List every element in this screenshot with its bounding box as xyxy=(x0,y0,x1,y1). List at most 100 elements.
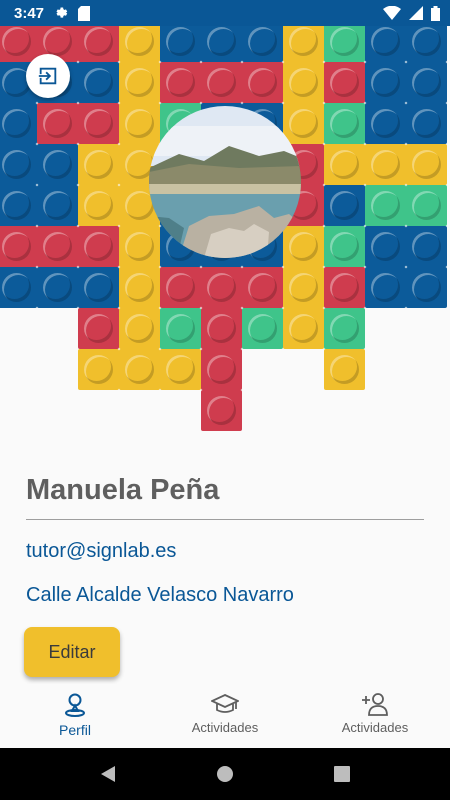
lego-stud xyxy=(371,191,400,220)
bottom-navigation: Perfil Actividades Actividades xyxy=(0,684,450,748)
lego-stud xyxy=(248,314,277,343)
lego-stud xyxy=(330,109,359,138)
back-icon[interactable] xyxy=(100,765,116,783)
lego-brick xyxy=(406,226,447,267)
lego-stud xyxy=(84,273,113,302)
lego-brick xyxy=(37,103,78,144)
lego-brick xyxy=(365,226,406,267)
lego-brick xyxy=(119,349,160,390)
graduation-cap-icon xyxy=(211,694,239,713)
lego-brick xyxy=(406,62,447,103)
lego-brick xyxy=(78,226,119,267)
lego-stud xyxy=(330,232,359,261)
lego-brick xyxy=(119,21,160,62)
lego-brick xyxy=(119,267,160,308)
user-address: Calle Alcalde Velasco Navarro xyxy=(26,584,294,606)
lego-stud xyxy=(371,27,400,56)
lego-brick xyxy=(160,349,201,390)
lego-stud xyxy=(2,273,31,302)
lego-stud xyxy=(330,68,359,97)
edit-button[interactable]: Editar xyxy=(24,627,120,677)
lego-stud xyxy=(289,232,318,261)
profile-screen: 3:47 Manuela Peña tutor@signlab.es Calle… xyxy=(0,0,450,800)
profile-avatar[interactable] xyxy=(149,106,301,258)
add-person-icon xyxy=(362,693,388,716)
lego-brick xyxy=(160,267,201,308)
nav-item-actividades[interactable]: Actividades xyxy=(150,684,300,748)
nav-label-actividades-2: Actividades xyxy=(341,720,409,735)
lego-stud xyxy=(412,68,441,97)
lego-brick xyxy=(324,185,365,226)
lego-stud xyxy=(371,232,400,261)
lego-stud xyxy=(371,273,400,302)
lego-stud xyxy=(371,109,400,138)
lego-brick xyxy=(324,226,365,267)
lego-stud xyxy=(289,68,318,97)
lego-brick xyxy=(37,185,78,226)
lego-brick xyxy=(0,103,37,144)
lego-brick xyxy=(78,144,119,185)
recents-icon[interactable] xyxy=(334,766,350,782)
lego-brick xyxy=(78,185,119,226)
lego-brick xyxy=(119,103,160,144)
lego-brick xyxy=(324,308,365,349)
nav-item-perfil[interactable]: Perfil xyxy=(0,684,150,748)
lego-brick xyxy=(160,62,201,103)
lego-brick xyxy=(406,103,447,144)
lego-stud xyxy=(330,27,359,56)
lego-brick xyxy=(119,226,160,267)
lego-brick xyxy=(201,21,242,62)
lego-stud xyxy=(289,314,318,343)
lego-brick xyxy=(37,267,78,308)
lego-brick xyxy=(324,349,365,390)
lego-stud xyxy=(166,68,195,97)
lego-stud xyxy=(412,27,441,56)
lego-stud xyxy=(84,232,113,261)
lego-stud xyxy=(330,355,359,384)
lego-stud xyxy=(166,314,195,343)
lego-stud xyxy=(207,314,236,343)
lego-stud xyxy=(2,27,31,56)
lego-brick xyxy=(365,144,406,185)
lego-brick xyxy=(283,103,324,144)
lego-stud xyxy=(330,150,359,179)
lego-brick xyxy=(0,21,37,62)
lego-brick xyxy=(283,267,324,308)
lego-brick xyxy=(365,267,406,308)
lego-brick xyxy=(201,62,242,103)
lego-stud xyxy=(412,150,441,179)
lego-brick xyxy=(78,103,119,144)
lego-brick xyxy=(201,267,242,308)
lego-stud xyxy=(289,109,318,138)
lego-brick xyxy=(242,21,283,62)
lego-brick xyxy=(324,21,365,62)
lego-stud xyxy=(412,109,441,138)
lego-stud xyxy=(330,191,359,220)
lego-brick xyxy=(242,62,283,103)
lego-brick xyxy=(242,308,283,349)
lego-brick xyxy=(283,21,324,62)
home-icon[interactable] xyxy=(216,765,234,783)
lego-stud xyxy=(2,150,31,179)
wifi-icon xyxy=(383,6,401,20)
lego-brick xyxy=(201,308,242,349)
lego-brick xyxy=(406,21,447,62)
lego-stud xyxy=(371,68,400,97)
lego-stud xyxy=(207,396,236,425)
nav-item-add-user[interactable]: Actividades xyxy=(300,684,450,748)
lego-brick xyxy=(78,267,119,308)
lego-brick xyxy=(0,226,37,267)
lego-stud xyxy=(166,27,195,56)
lego-stud xyxy=(330,314,359,343)
lego-stud xyxy=(330,273,359,302)
lego-brick xyxy=(201,390,242,431)
lego-stud xyxy=(166,355,195,384)
status-bar: 3:47 xyxy=(0,0,450,26)
lego-stud xyxy=(207,355,236,384)
lego-brick xyxy=(0,267,37,308)
lego-stud xyxy=(84,191,113,220)
logout-icon xyxy=(38,67,57,85)
lego-stud xyxy=(43,232,72,261)
lego-brick xyxy=(119,308,160,349)
logout-button[interactable] xyxy=(26,54,70,98)
